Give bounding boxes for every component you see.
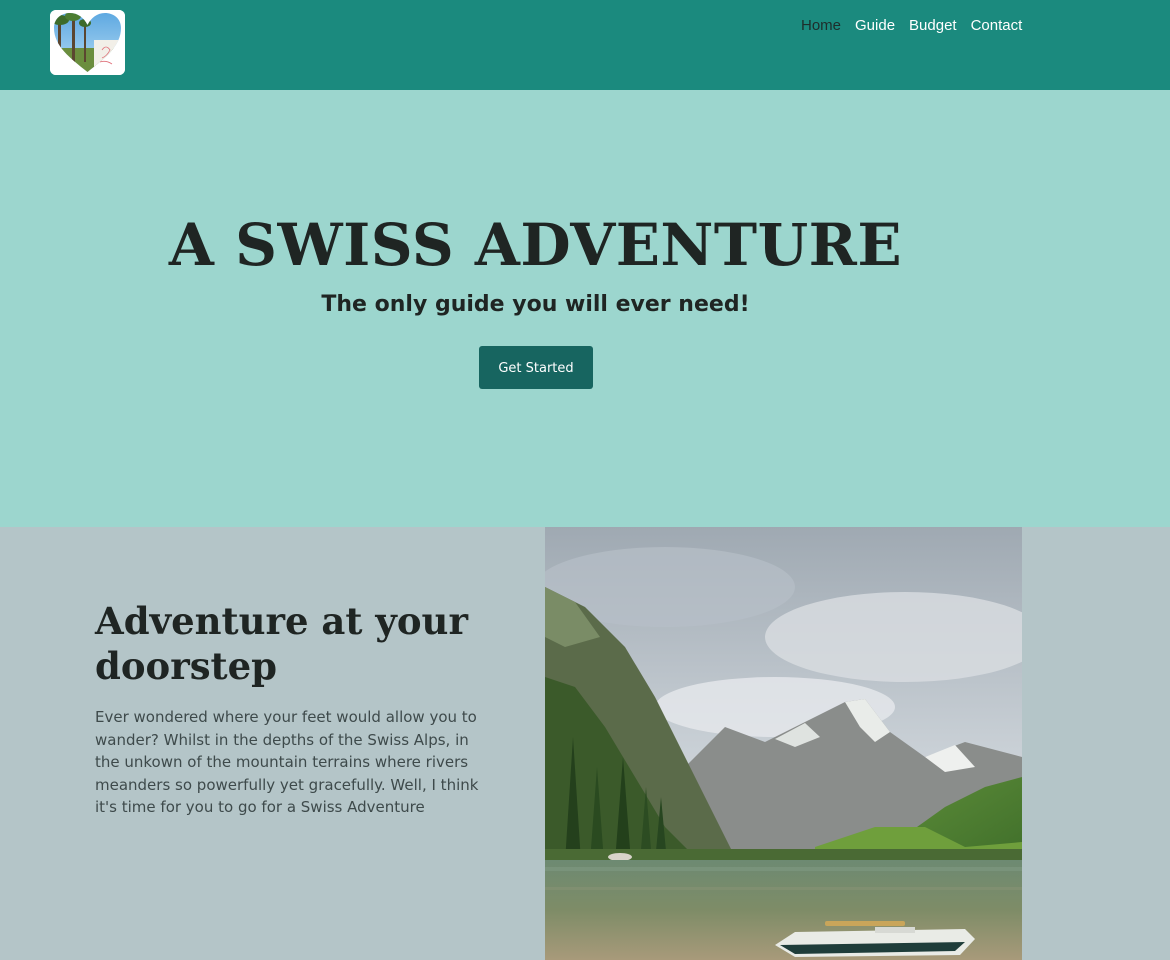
feature-text: Ever wondered where your feet would allo…	[95, 708, 479, 816]
get-started-button[interactable]: Get Started	[479, 346, 593, 389]
lake-mountain-image	[545, 527, 1022, 960]
navbar: Home Guide Budget Contact	[0, 0, 1170, 90]
site-logo[interactable]	[50, 10, 125, 75]
nav-guide-link[interactable]: Guide	[848, 16, 902, 36]
hero-subtitle: The only guide you will ever need!	[321, 292, 750, 317]
hero-title: A SWISS ADVENTURE	[168, 211, 903, 279]
nav-home-link[interactable]: Home	[794, 16, 848, 36]
hero-section: A SWISS ADVENTURE The only guide you wil…	[0, 90, 1170, 527]
nav-budget-link[interactable]: Budget	[902, 16, 964, 36]
heart-photo-logo-icon	[50, 10, 125, 75]
feature-section: Adventure at your doorstep Ever wondered…	[0, 527, 1170, 960]
lake-mountain-photo	[545, 527, 1022, 960]
main-nav: Home Guide Budget Contact	[794, 16, 1029, 36]
nav-contact-link[interactable]: Contact	[964, 16, 1030, 36]
feature-heading: Adventure at your doorstep	[95, 599, 468, 688]
